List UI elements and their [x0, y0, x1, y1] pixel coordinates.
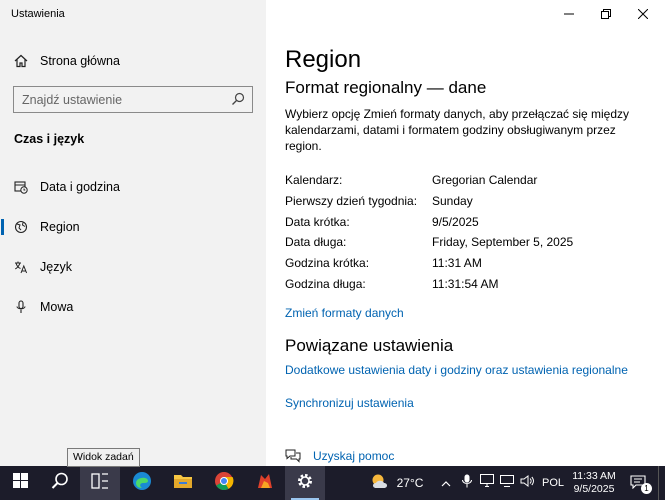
settings-icon [296, 472, 314, 495]
taskbar-edge[interactable] [122, 466, 162, 500]
settings-window: Ustawienia Strona główna Czas i język Da… [0, 0, 665, 466]
notification-count-badge: 1 [641, 483, 652, 494]
weather-partly-sunny-icon [369, 472, 391, 495]
close-button[interactable] [625, 0, 661, 30]
detail-key: Data krótka: [285, 215, 350, 229]
change-formats-link[interactable]: Zmień formaty danych [285, 306, 404, 320]
taskbar-app[interactable] [245, 466, 285, 500]
sidebar-item-label: Region [40, 220, 80, 234]
close-icon [637, 6, 649, 24]
input-language-button[interactable]: POL [540, 466, 566, 500]
task-view-button[interactable] [80, 466, 120, 500]
sidebar-item-date-time[interactable]: Data i godzina [0, 169, 266, 205]
detail-value: 11:31:54 AM [432, 277, 499, 291]
detail-row: Data krótka: 9/5/2025 [285, 215, 655, 231]
taskbar-settings[interactable] [285, 466, 325, 500]
microphone-tray-button[interactable] [458, 466, 476, 500]
globe-icon [13, 219, 29, 235]
main-content: Region Format regionalny — dane Wybierz … [266, 0, 665, 466]
search-box[interactable] [13, 86, 253, 113]
detail-value: Gregorian Calendar [432, 173, 538, 187]
notification-icon: 1 [630, 475, 652, 494]
detail-key: Godzina krótka: [285, 256, 370, 270]
sync-settings-link[interactable]: Synchronizuj ustawienia [285, 396, 414, 410]
sidebar-item-region[interactable]: Region [0, 209, 266, 245]
section-header: Czas i język [14, 132, 85, 146]
clock-button[interactable]: 11:33 AM 9/5/2025 [568, 466, 620, 500]
minimize-icon [564, 6, 574, 24]
search-icon [51, 472, 69, 495]
app-title: Ustawienia [11, 8, 65, 20]
detail-row: Godzina długa: 11:31:54 AM [285, 277, 655, 293]
chevron-up-icon [441, 474, 451, 492]
action-center-button[interactable]: 1 [624, 466, 654, 500]
maximize-button[interactable] [588, 0, 624, 30]
taskbar-chrome[interactable] [204, 466, 244, 500]
sidebar-item-home[interactable]: Strona główna [0, 43, 266, 79]
display-tray-button[interactable] [498, 466, 516, 500]
task-view-icon [91, 472, 109, 494]
help-icon [285, 449, 301, 463]
detail-key: Godzina długa: [285, 277, 366, 291]
help-label: Uzyskaj pomoc [313, 449, 395, 463]
calendar-clock-icon [13, 179, 29, 195]
sidebar-item-label: Data i godzina [40, 180, 120, 194]
windows-start-icon [12, 473, 28, 493]
detail-value: 9/5/2025 [432, 215, 479, 229]
detail-value: Sunday [432, 194, 473, 208]
get-help-link[interactable]: Uzyskaj pomoc [285, 449, 394, 463]
taskbar-file-explorer[interactable] [163, 466, 203, 500]
detail-value: 11:31 AM [432, 256, 482, 270]
microphone-icon [13, 299, 29, 315]
file-explorer-icon [173, 472, 193, 494]
detail-row: Data długa: Friday, September 5, 2025 [285, 235, 655, 251]
network-tray-button[interactable] [478, 466, 496, 500]
network-icon [480, 474, 494, 492]
description-text: Wybierz opcję Zmień formaty danych, aby … [285, 107, 630, 153]
input-language: POL [541, 477, 564, 489]
detail-row: Pierwszy dzień tygodnia: Sunday [285, 194, 655, 210]
start-button[interactable] [0, 466, 40, 500]
related-settings-title: Powiązane ustawienia [285, 336, 454, 355]
search-icon[interactable] [231, 92, 246, 107]
detail-row: Godzina krótka: 11:31 AM [285, 256, 655, 272]
microphone-icon [462, 474, 472, 493]
detail-row: Kalendarz: Gregorian Calendar [285, 173, 655, 189]
detail-key: Data długa: [285, 235, 347, 249]
volume-tray-button[interactable] [518, 466, 536, 500]
speaker-icon [520, 474, 534, 492]
weather-temperature: 27°C [396, 476, 424, 490]
weather-widget[interactable]: 27°C [366, 466, 426, 500]
language-icon [13, 259, 29, 275]
detail-key: Kalendarz: [285, 173, 343, 187]
sidebar: Ustawienia Strona główna Czas i język Da… [0, 0, 266, 466]
show-desktop-button[interactable] [658, 466, 665, 500]
section-title: Format regionalny — dane [285, 78, 487, 97]
sidebar-item-label: Język [40, 260, 72, 274]
chrome-icon [214, 471, 234, 496]
taskbar-search-button[interactable] [40, 466, 80, 500]
app-icon [255, 471, 275, 496]
edge-icon [132, 471, 152, 496]
selection-indicator [1, 219, 4, 235]
monitor-icon [500, 474, 514, 492]
sidebar-item-label: Strona główna [40, 54, 120, 68]
clock-date: 9/5/2025 [573, 483, 615, 495]
maximize-icon [601, 6, 611, 24]
sidebar-item-label: Mowa [40, 300, 74, 314]
taskbar: 27°C POL 11:33 AM 9/5/2025 1 [0, 466, 665, 500]
show-hidden-icons-button[interactable] [438, 466, 454, 500]
detail-key: Pierwszy dzień tygodnia: [285, 194, 418, 208]
detail-value: Friday, September 5, 2025 [432, 235, 574, 249]
page-title: Region [285, 46, 362, 73]
tooltip: Widok zadań [67, 448, 140, 467]
minimize-button[interactable] [551, 0, 587, 30]
additional-date-time-settings-link[interactable]: Dodatkowe ustawienia daty i godziny oraz… [285, 363, 628, 377]
home-icon [13, 53, 29, 69]
search-input[interactable] [14, 87, 224, 112]
sidebar-item-language[interactable]: Język [0, 249, 266, 285]
sidebar-item-speech[interactable]: Mowa [0, 289, 266, 325]
clock-time: 11:33 AM [572, 470, 616, 482]
